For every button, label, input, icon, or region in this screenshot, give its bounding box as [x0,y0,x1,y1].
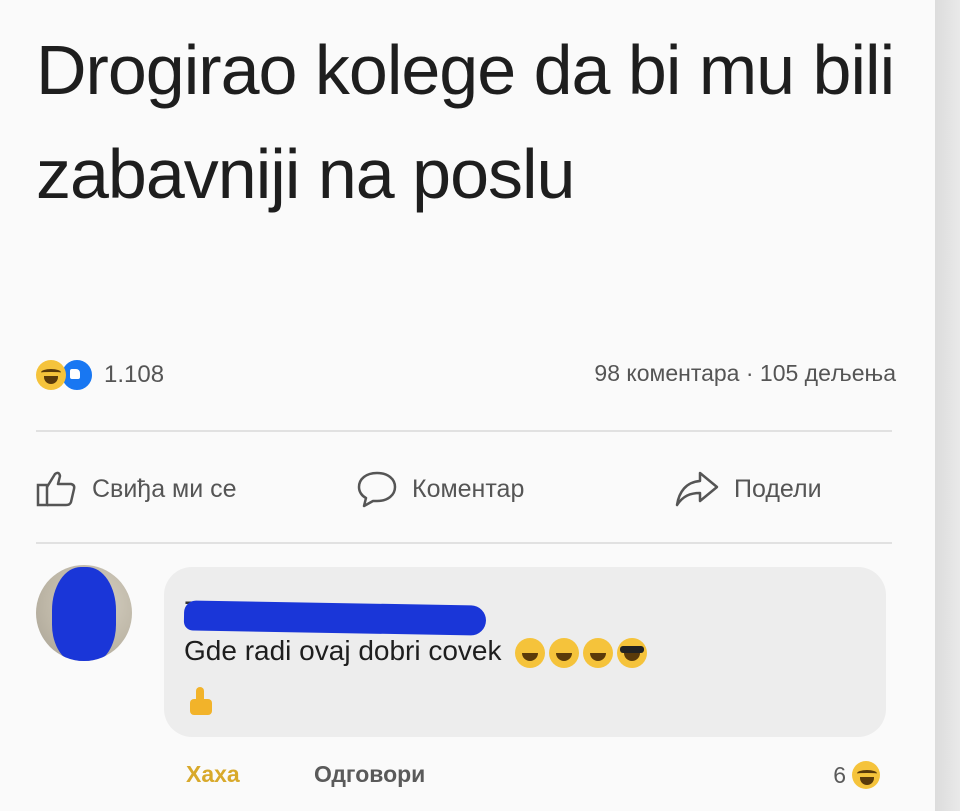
comment-emojis [515,637,651,668]
divider [36,542,892,544]
comment-text: Gde radi ovaj dobri covek [184,635,651,668]
thumbs-up-emoji-icon [188,687,214,715]
screen-edge [935,0,960,811]
comment-actions: Хаха Одговори 6 [186,761,886,797]
comment-author[interactable]: Zor [183,583,487,636]
comment-bubble: Zor Gde radi ovaj dobri covek [164,567,886,737]
post-card: Drogirao kolege da bi mu bili zabavniji … [0,0,935,811]
post-headline[interactable]: Drogirao kolege da bi mu bili zabavniji … [36,18,896,226]
share-label: Подели [734,474,822,503]
reaction-count: 1.108 [104,361,165,388]
haha-emoji-icon [515,637,546,668]
share-icon [675,471,719,507]
avatar[interactable] [36,565,132,661]
avatar-redaction [52,567,116,661]
comment-reaction-number: 6 [833,761,846,788]
post-stats: 1.108 98 коментара · 105 дељења [36,352,896,392]
comment-label: Коментар [412,474,525,503]
author-redaction [183,600,487,636]
reply-link[interactable]: Одговори [314,761,425,788]
comments-shares-count[interactable]: 98 коментара · 105 дељења [594,360,896,387]
post-actions: Свиђа ми се Коментар Подели [36,460,892,520]
comment-button[interactable]: Коментар [356,470,524,508]
haha-emoji-icon [583,637,614,668]
thumbs-up-icon [36,471,76,507]
share-button[interactable]: Подели [674,470,822,508]
comment-reaction-count[interactable]: 6 [833,761,880,789]
comment-body: Gde radi ovaj dobri covek [184,635,502,666]
comment-icon [357,471,397,508]
divider [36,430,892,432]
haha-reaction-link[interactable]: Хаха [186,761,240,788]
like-button[interactable]: Свиђа ми се [36,470,237,508]
haha-icon [36,360,66,390]
cool-emoji-icon [617,637,648,668]
like-label: Свиђа ми се [92,474,237,503]
grin-emoji-icon [549,637,580,668]
haha-icon [852,761,880,789]
reaction-summary[interactable]: 1.108 [36,358,164,392]
comment: Zor Gde radi ovaj dobri covek Хаха Одгов… [36,565,896,811]
